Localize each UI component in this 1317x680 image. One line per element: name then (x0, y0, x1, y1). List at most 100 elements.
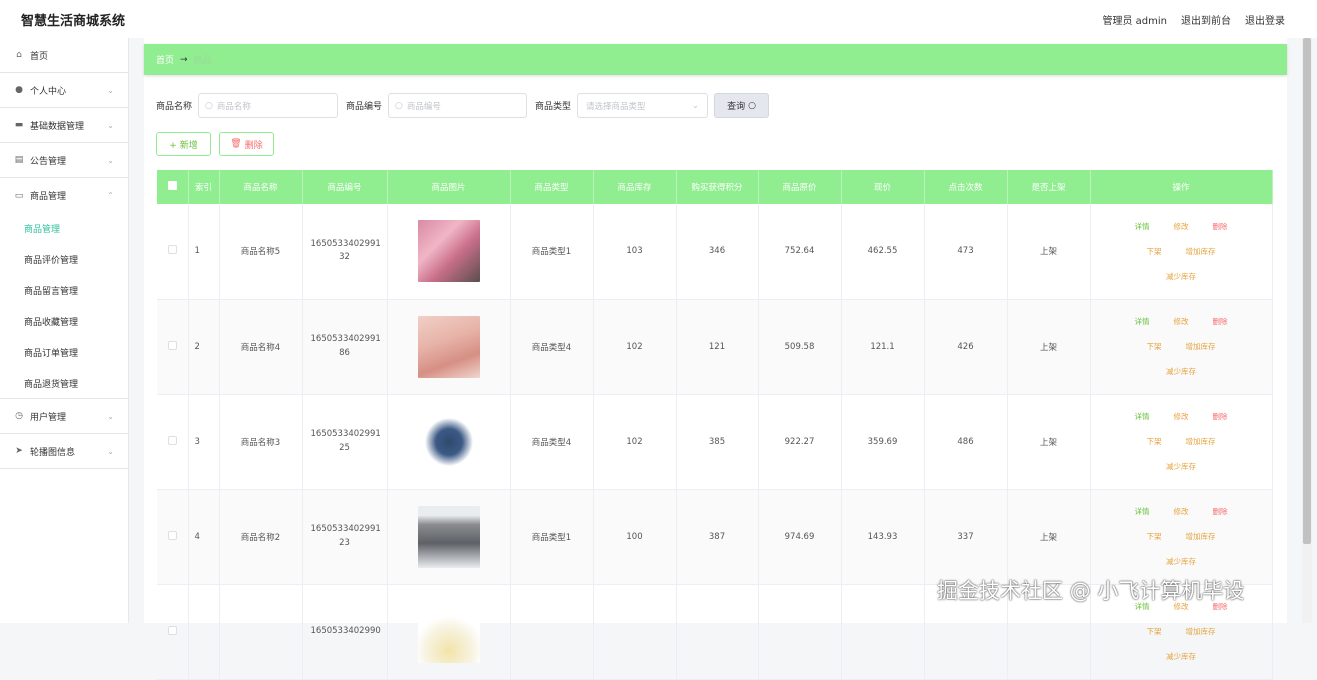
header-cell[interactable]: 购买获得积分 (676, 170, 759, 204)
detail-button[interactable]: 详情 (1135, 411, 1150, 422)
cell-type: 商品类型1 (510, 489, 594, 585)
cell-image (387, 394, 511, 490)
reduce-stock-button[interactable]: 减少库存 (1166, 556, 1196, 567)
product-image[interactable] (417, 410, 480, 473)
cell-name: 商品名称3 (219, 394, 303, 490)
cell-orig-price (758, 584, 842, 680)
off-shelf-button[interactable]: 下架 (1147, 246, 1162, 257)
code-search-input[interactable]: ○ 商品编号 (388, 93, 528, 118)
row-delete-button[interactable]: 删除 (1213, 506, 1228, 517)
select-all-checkbox[interactable] (157, 170, 189, 204)
row-checkbox-cell[interactable] (157, 204, 189, 300)
sidebar-item-notice[interactable]: ▤ 公告管理 ⌄ (0, 143, 128, 178)
cell-type (510, 584, 594, 680)
sidebar-item-users[interactable]: ◷ 用户管理 ⌄ (0, 399, 128, 434)
off-shelf-button[interactable]: 下架 (1147, 341, 1162, 352)
main-panel: 首页 → 商品 商品名称 ○ 商品名称 商品编号 ○ 商品编号 商品类型 请选择… (144, 38, 1287, 680)
breadcrumb-home[interactable]: 首页 (156, 53, 174, 66)
off-shelf-button[interactable]: 下架 (1147, 626, 1162, 637)
reduce-stock-button[interactable]: 减少库存 (1166, 651, 1196, 662)
logout-link[interactable]: 退出登录 (1245, 12, 1285, 27)
off-shelf-button[interactable]: 下架 (1147, 531, 1162, 542)
cell-status: 上架 (1007, 394, 1091, 490)
detail-button[interactable]: 详情 (1135, 316, 1150, 327)
row-delete-button[interactable]: 删除 (1213, 411, 1228, 422)
header-cell[interactable]: 商品名称 (219, 170, 303, 204)
admin-label[interactable]: 管理员 admin (1102, 12, 1167, 27)
sidebar-subitem-order[interactable]: 商品订单管理 (0, 337, 128, 368)
product-image[interactable] (417, 220, 480, 283)
cell-points: 385 (676, 394, 759, 490)
reduce-stock-button[interactable]: 减少库存 (1166, 461, 1196, 472)
row-checkbox[interactable] (167, 340, 177, 350)
header-cell[interactable]: 是否上架 (1007, 170, 1091, 204)
chevron-down-icon: ⌄ (107, 120, 114, 130)
row-checkbox-cell[interactable] (157, 299, 189, 395)
sidebar-subitem-review[interactable]: 商品评价管理 (0, 244, 128, 275)
query-button[interactable]: 查询 ○ (714, 93, 770, 118)
cell-code: 1650533402991 25 (302, 394, 388, 490)
cell-index: 2 (188, 299, 220, 395)
top-links: 管理员 admin 退出到前台 退出登录 (1102, 12, 1285, 27)
add-button[interactable]: + 新增 (156, 132, 211, 156)
header-cell[interactable]: 点击次数 (924, 170, 1008, 204)
header-cell[interactable]: 商品编号 (302, 170, 388, 204)
sidebar-subitem-favorite[interactable]: 商品收藏管理 (0, 306, 128, 337)
edit-button[interactable]: 修改 (1174, 506, 1189, 517)
name-search-input[interactable]: ○ 商品名称 (198, 93, 339, 118)
sidebar-item-home[interactable]: ⌂ 首页 (0, 38, 128, 73)
product-image[interactable] (417, 315, 480, 378)
scroll-thumb[interactable] (1303, 38, 1311, 544)
add-stock-button[interactable]: 增加库存 (1186, 341, 1216, 352)
type-select[interactable]: 请选择商品类型 ⌄ (577, 93, 709, 118)
sidebar-item-goods[interactable]: ▭ 商品管理 ⌃ (0, 178, 128, 213)
row-checkbox[interactable] (167, 245, 177, 255)
product-image[interactable] (417, 505, 480, 568)
product-image[interactable] (417, 600, 480, 663)
off-shelf-button[interactable]: 下架 (1147, 436, 1162, 447)
sidebar-item-label: 公告管理 (30, 156, 67, 167)
delete-button[interactable]: 🗑 删除 (219, 132, 274, 156)
sidebar-subitem-return[interactable]: 商品退货管理 (0, 368, 128, 399)
detail-button[interactable]: 详情 (1135, 221, 1150, 232)
table-row: 1 商品名称5 1650533402991 32 商品类型1 103 346 7… (157, 204, 1273, 300)
header-cell[interactable]: 现价 (841, 170, 925, 204)
row-checkbox-cell[interactable] (157, 489, 189, 585)
row-checkbox-cell[interactable] (157, 394, 189, 490)
row-actions: 详情 修改 删除 下架 增加库存 减少库存 (1091, 221, 1272, 282)
cell-stock: 102 (593, 299, 677, 395)
delete-label: 删除 (244, 140, 263, 151)
add-stock-button[interactable]: 增加库存 (1186, 531, 1216, 542)
sidebar-item-carousel[interactable]: ➤ 轮播图信息 ⌄ (0, 434, 128, 469)
home-icon: ⌂ (16, 50, 22, 60)
edit-button[interactable]: 修改 (1174, 221, 1189, 232)
reduce-stock-button[interactable]: 减少库存 (1166, 366, 1196, 377)
header-cell[interactable]: 索引 (188, 170, 220, 204)
header-cell[interactable]: 商品类型 (510, 170, 594, 204)
detail-button[interactable]: 详情 (1135, 506, 1150, 517)
add-stock-button[interactable]: 增加库存 (1186, 436, 1216, 447)
header-cell[interactable]: 商品原价 (758, 170, 842, 204)
cell-index: 3 (188, 394, 220, 490)
row-checkbox[interactable] (167, 625, 177, 635)
header-cell[interactable]: 商品库存 (593, 170, 677, 204)
cell-image (387, 489, 511, 585)
edit-button[interactable]: 修改 (1174, 316, 1189, 327)
sidebar-item-personal[interactable]: ● 个人中心 ⌄ (0, 73, 128, 108)
add-stock-button[interactable]: 增加库存 (1186, 246, 1216, 257)
exit-to-front-link[interactable]: 退出到前台 (1181, 12, 1231, 27)
cell-image (387, 584, 511, 680)
row-checkbox-cell[interactable] (157, 584, 189, 680)
sidebar-subitem-message[interactable]: 商品留言管理 (0, 275, 128, 306)
page-scrollbar[interactable] (1302, 38, 1312, 623)
row-checkbox[interactable] (167, 435, 177, 445)
row-checkbox[interactable] (167, 530, 177, 540)
add-stock-button[interactable]: 增加库存 (1186, 626, 1216, 637)
reduce-stock-button[interactable]: 减少库存 (1166, 271, 1196, 282)
sidebar-subitem-goods[interactable]: 商品管理 (0, 213, 128, 244)
header-cell[interactable]: 商品图片 (387, 170, 511, 204)
row-delete-button[interactable]: 删除 (1213, 316, 1228, 327)
sidebar-item-basic[interactable]: ▬ 基础数据管理 ⌄ (0, 108, 128, 143)
edit-button[interactable]: 修改 (1174, 411, 1189, 422)
row-delete-button[interactable]: 删除 (1213, 221, 1228, 232)
